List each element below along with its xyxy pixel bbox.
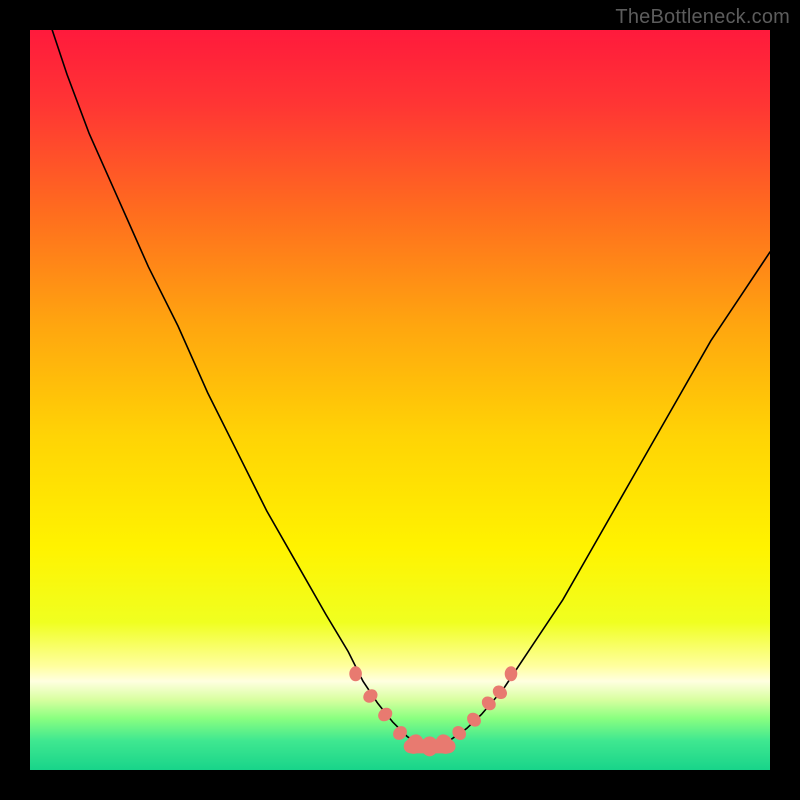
curve-marker [421, 736, 438, 756]
chart-svg [30, 30, 770, 770]
gradient-background [30, 30, 770, 770]
curve-marker [505, 666, 518, 681]
watermark-text: TheBottleneck.com [615, 6, 790, 29]
curve-marker [349, 666, 362, 681]
plot-area [30, 30, 770, 770]
chart-frame: TheBottleneck.com [0, 0, 800, 800]
